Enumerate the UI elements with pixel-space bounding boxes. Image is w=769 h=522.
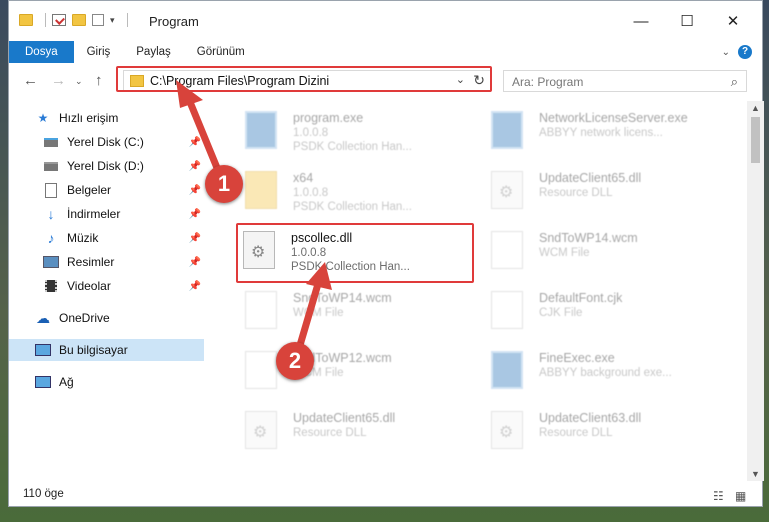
arrow-1-head (176, 80, 203, 108)
callout-step-2: 2 (276, 342, 314, 380)
callout-step-1: 1 (205, 165, 243, 203)
annotation-arrows (176, 80, 332, 356)
arrow-2-shaft (294, 280, 322, 356)
arrow-2-head (306, 262, 332, 290)
